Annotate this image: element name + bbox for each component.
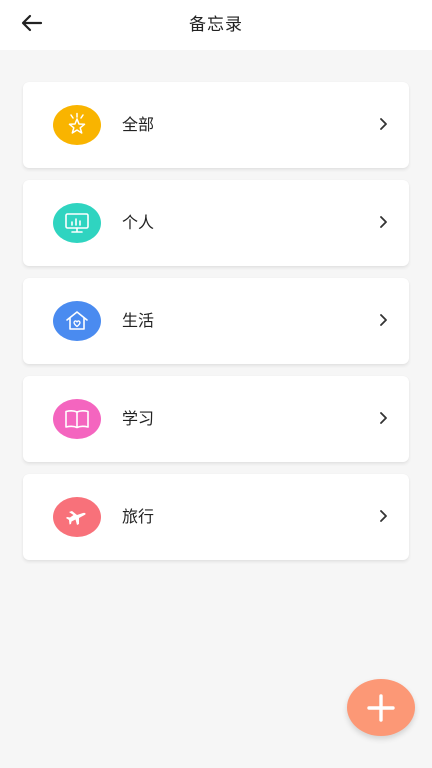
category-label: 全部 [122,115,155,134]
chevron-right-icon [380,118,387,130]
monitor-chart-icon [65,213,89,233]
category-item-personal[interactable]: 个人 [23,180,409,266]
category-icon-badge [53,203,101,243]
category-list: 全部 个人 生活 学习 旅行 [23,82,409,572]
category-item-all[interactable]: 全部 [23,82,409,168]
chevron-right-icon [380,314,387,326]
category-label: 个人 [122,213,155,232]
chevron-right-icon [380,510,387,522]
category-icon-badge [53,105,101,145]
plus-icon [367,693,395,722]
memo-app: 备忘录 全部 个人 生活 学习 旅行 [0,0,432,768]
category-item-travel[interactable]: 旅行 [23,474,409,560]
chevron-right-icon [380,412,387,424]
category-item-study[interactable]: 学习 [23,376,409,462]
category-label: 旅行 [122,507,155,526]
category-icon-badge [53,497,101,537]
category-icon-badge [53,301,101,341]
category-label: 生活 [122,311,155,330]
header-bar: 备忘录 [0,0,432,50]
category-icon-badge [53,399,101,439]
category-label: 学习 [122,409,155,428]
category-item-life[interactable]: 生活 [23,278,409,364]
house-heart-icon [66,311,88,330]
add-memo-button[interactable] [347,679,415,736]
book-icon [65,410,89,429]
page-title: 备忘录 [189,15,243,35]
chevron-right-icon [380,216,387,228]
star-icon [68,112,86,134]
airplane-icon [66,511,86,525]
